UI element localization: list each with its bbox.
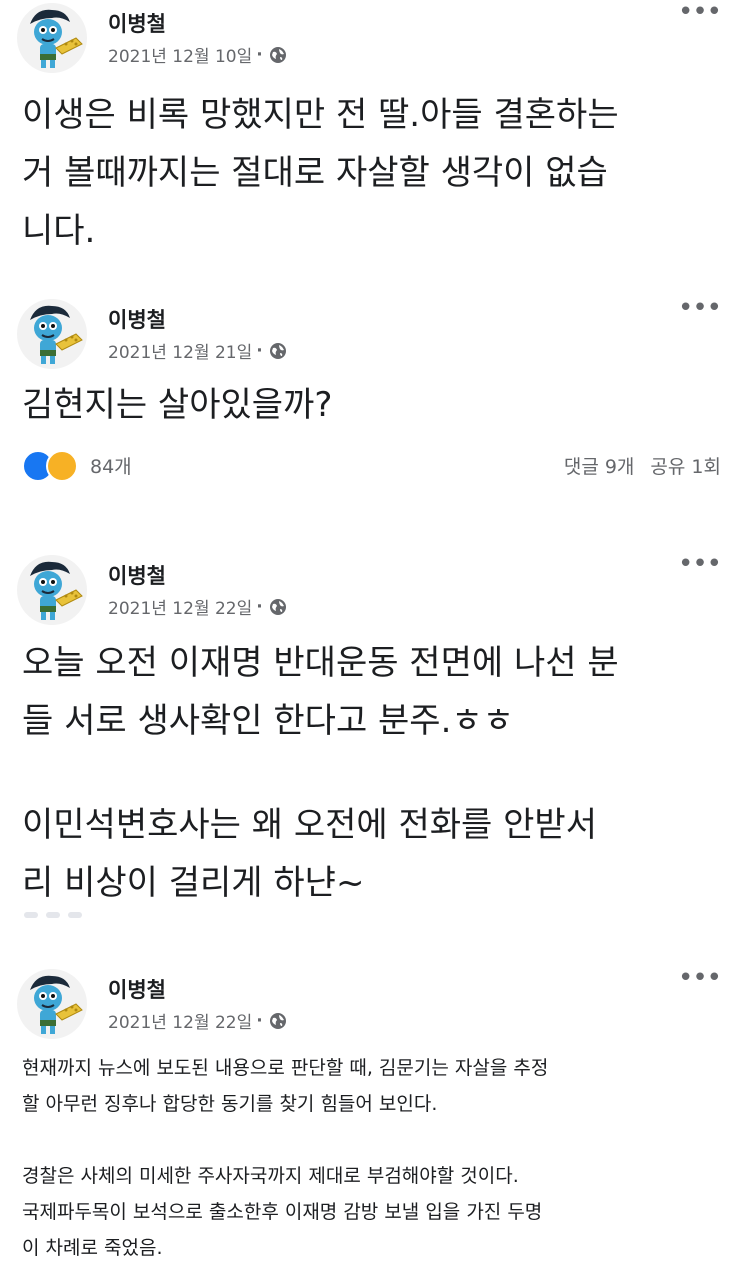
wow-reaction-icon bbox=[46, 450, 78, 482]
post-text: 경찰은 사체의 미세한 주사자국까지 제대로 부검해야할 것이다. 국제파두목이… bbox=[22, 1165, 543, 1259]
globe-icon bbox=[269, 1012, 287, 1030]
more-options-icon[interactable]: ••• bbox=[678, 0, 722, 25]
post-text: 김현지는 살아있을까? bbox=[22, 385, 333, 425]
separator-dot: · bbox=[256, 44, 263, 65]
post-2: 이병철 2021년 12월 21일 · ••• 김현지는 살아있을까? 84개 … bbox=[0, 295, 741, 488]
author-name[interactable]: 이병철 bbox=[108, 560, 166, 590]
post-header: 이병철 2021년 12월 21일 · ••• bbox=[0, 295, 741, 376]
post-meta: 2021년 12월 22일 · bbox=[108, 1008, 287, 1033]
avatar[interactable] bbox=[16, 554, 88, 626]
author-name[interactable]: 이병철 bbox=[108, 304, 166, 334]
post-date[interactable]: 2021년 12월 22일 bbox=[108, 1008, 252, 1033]
separator-dot: · bbox=[256, 1010, 263, 1031]
share-count[interactable]: 공유 1회 bbox=[650, 452, 721, 479]
post-date[interactable]: 2021년 12월 22일 bbox=[108, 594, 252, 619]
faded-reaction-row bbox=[24, 912, 82, 918]
post-4: 이병철 2021년 12월 22일 · ••• 현재까지 뉴스에 보도된 내용으… bbox=[0, 965, 741, 1266]
post-text: 오늘 오전 이재명 반대운동 전면에 나선 분 들 서로 생사확인 한다고 분주… bbox=[22, 643, 619, 741]
author-name[interactable]: 이병철 bbox=[108, 8, 166, 38]
globe-icon bbox=[269, 46, 287, 64]
avatar[interactable] bbox=[16, 298, 88, 370]
post-text: 이민석변호사는 왜 오전에 전화를 안받서 리 비상이 걸리게 하냔~ bbox=[22, 805, 597, 903]
more-options-icon[interactable]: ••• bbox=[678, 295, 722, 321]
reaction-count[interactable]: 84개 bbox=[90, 452, 132, 479]
post-text: 이생은 비록 망했지만 전 딸.아들 결혼하는 거 볼때까지는 절대로 자살할 … bbox=[22, 95, 619, 251]
post-header: 이병철 2021년 12월 10일 · ••• bbox=[0, 0, 741, 80]
author-name[interactable]: 이병철 bbox=[108, 974, 166, 1004]
reaction-icons[interactable] bbox=[22, 450, 78, 482]
post-meta: 2021년 12월 22일 · bbox=[108, 594, 287, 619]
post-meta: 2021년 12월 21일 · bbox=[108, 338, 287, 363]
comment-count[interactable]: 댓글 9개 bbox=[564, 452, 635, 479]
post-1: 이병철 2021년 12월 10일 · ••• 이생은 비록 망했지만 전 딸.… bbox=[0, 0, 741, 260]
globe-icon bbox=[269, 598, 287, 616]
post-date[interactable]: 2021년 12월 21일 bbox=[108, 338, 252, 363]
post-date[interactable]: 2021년 12월 10일 bbox=[108, 42, 252, 67]
more-options-icon[interactable]: ••• bbox=[678, 965, 722, 991]
reaction-bar: 84개 댓글 9개 공유 1회 bbox=[0, 444, 741, 488]
post-3: 이병철 2021년 12월 22일 · ••• 오늘 오전 이재명 반대운동 전… bbox=[0, 551, 741, 912]
avatar[interactable] bbox=[16, 968, 88, 1040]
separator-dot: · bbox=[256, 596, 263, 617]
post-header: 이병철 2021년 12월 22일 · ••• bbox=[0, 965, 741, 1046]
post-text: 현재까지 뉴스에 보도된 내용으로 판단할 때, 김문기는 자살을 추정 할 아… bbox=[22, 1057, 549, 1115]
globe-icon bbox=[269, 342, 287, 360]
post-meta: 2021년 12월 10일 · bbox=[108, 42, 287, 67]
more-options-icon[interactable]: ••• bbox=[678, 551, 722, 577]
post-header: 이병철 2021년 12월 22일 · ••• bbox=[0, 551, 741, 632]
separator-dot: · bbox=[256, 340, 263, 361]
avatar[interactable] bbox=[16, 2, 88, 74]
post-stats: 댓글 9개 공유 1회 bbox=[564, 452, 721, 479]
